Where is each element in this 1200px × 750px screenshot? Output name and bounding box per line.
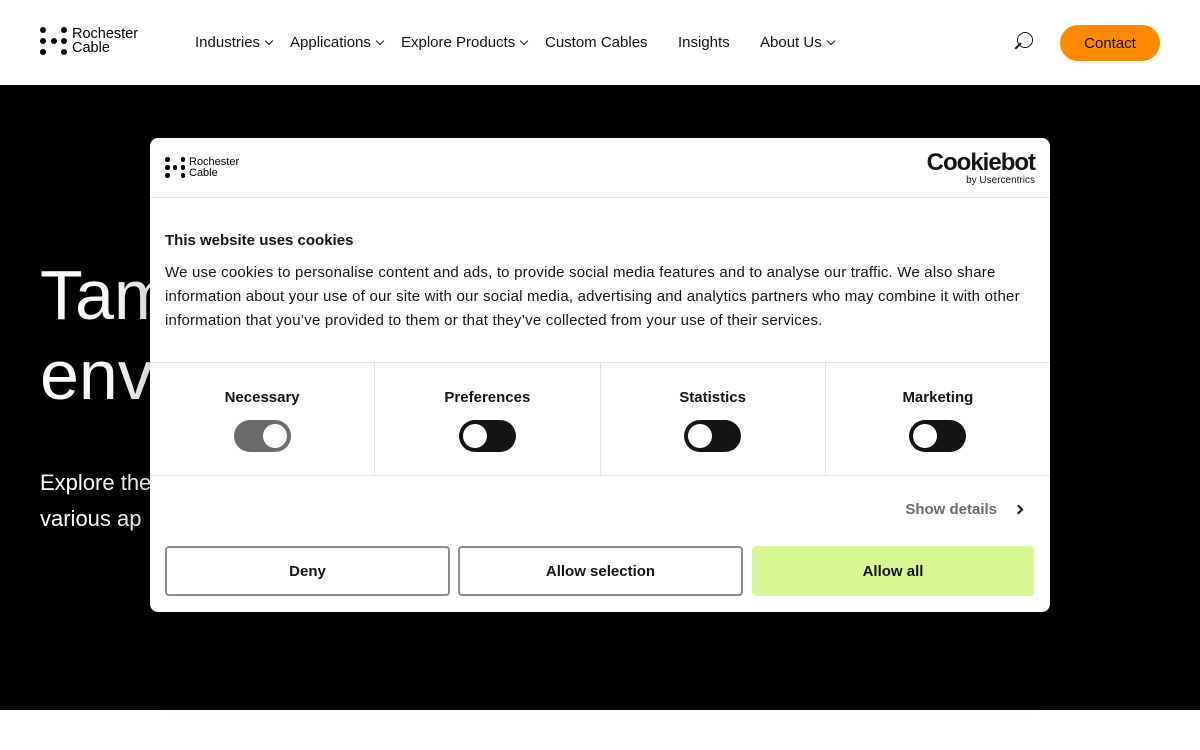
dialog-description: We use cookies to personalise content an… (165, 264, 1020, 329)
chevron-down-icon (375, 36, 385, 46)
preferences-toggle[interactable] (458, 420, 516, 452)
dialog-title: This website uses cookies (165, 232, 354, 249)
chevron-down-icon (826, 36, 835, 46)
logo-text-line1: Rochester (72, 26, 139, 42)
page-content-strip (0, 710, 1200, 750)
main-nav: Industries Applications Explore Products… (195, 32, 835, 52)
allow-selection-button[interactable]: Allow selection (458, 546, 743, 596)
necessary-toggle (233, 420, 291, 452)
logo-text-line2: Cable (72, 40, 110, 56)
nav-about-us[interactable]: About Us (760, 32, 835, 52)
deny-button[interactable]: Deny (165, 546, 450, 596)
contact-button[interactable]: Contact (1060, 25, 1160, 61)
rochester-cable-logo[interactable]: Rochester Cable (40, 27, 138, 55)
chevron-down-icon (519, 36, 529, 46)
cookiebot-logo[interactable]: Cookiebot by Usercentrics (927, 151, 1036, 186)
toggle-cell-marketing: Marketing (826, 363, 1050, 475)
consent-toggles: Necessary Preferences Statistics Marketi… (150, 362, 1050, 476)
logo-mark-icon (165, 157, 185, 178)
show-details-link[interactable]: Show details (905, 501, 1024, 518)
statistics-toggle[interactable] (684, 420, 742, 452)
chevron-down-icon (264, 36, 274, 46)
logo-mark-icon (40, 27, 67, 55)
site-header: Rochester Cable Industries Applications … (0, 0, 1200, 85)
chevron-right-icon (1013, 504, 1024, 515)
nav-applications[interactable]: Applications (290, 32, 401, 52)
toggle-cell-preferences: Preferences (375, 363, 601, 475)
dialog-buttons: Deny Allow selection Allow all (165, 546, 1034, 596)
dialog-body: This website uses cookies We use cookies… (150, 198, 1050, 362)
search-icon[interactable] (1013, 31, 1035, 53)
nav-custom-cables[interactable]: Custom Cables (545, 32, 678, 52)
toggle-cell-statistics: Statistics (601, 363, 826, 475)
nav-explore-products[interactable]: Explore Products (401, 32, 545, 52)
nav-industries[interactable]: Industries (195, 32, 290, 52)
nav-insights[interactable]: Insights (678, 32, 760, 52)
marketing-toggle[interactable] (909, 420, 967, 452)
dialog-header: Rochester Cable Cookiebot by Usercentric… (150, 138, 1050, 198)
allow-all-button[interactable]: Allow all (752, 546, 1034, 596)
cookie-consent-dialog: Rochester Cable Cookiebot by Usercentric… (150, 138, 1050, 612)
dialog-logo: Rochester Cable (165, 157, 239, 178)
toggle-cell-necessary: Necessary (150, 363, 376, 475)
details-row: Show details (150, 476, 1050, 546)
